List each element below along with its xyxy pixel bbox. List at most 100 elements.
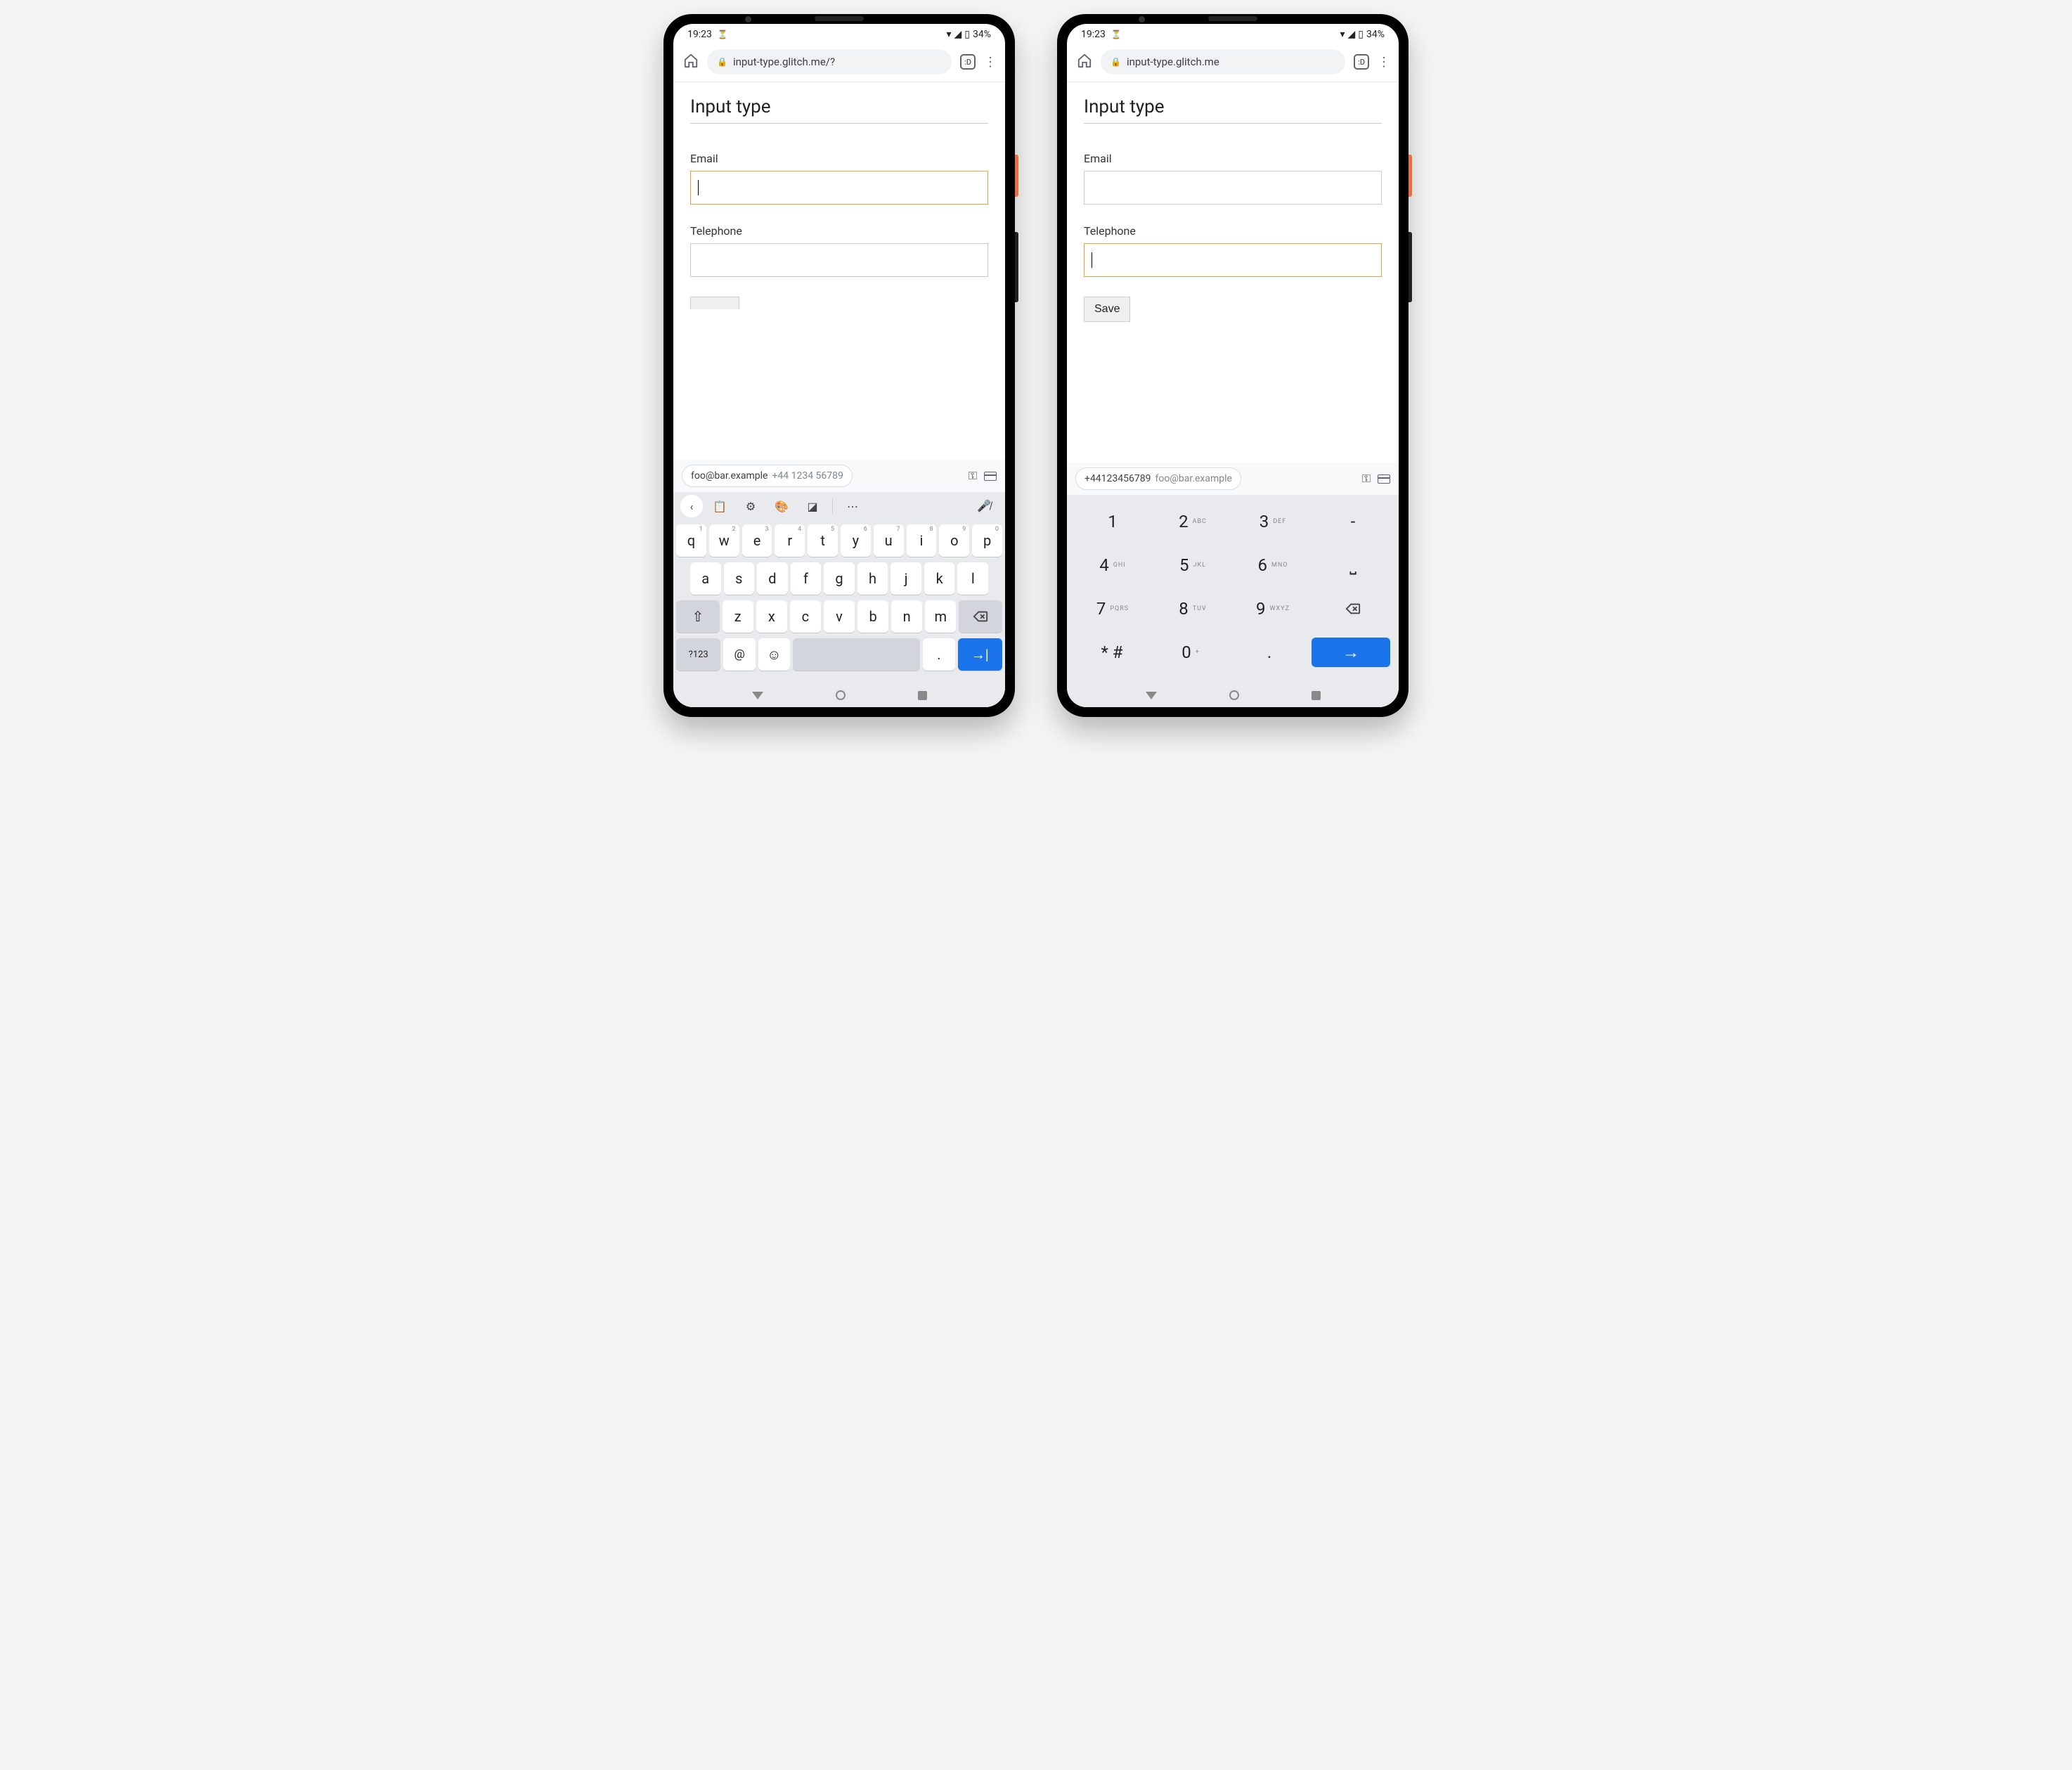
wifi-icon: ▾	[946, 29, 951, 40]
numkey-2[interactable]: 2ABC	[1153, 502, 1233, 541]
save-button[interactable]: Save	[1084, 297, 1130, 322]
shift-key[interactable]: ⇧	[676, 600, 720, 633]
key-j[interactable]: j	[891, 562, 921, 595]
status-bar: 19:23 ⏳ ▾ ◢ ▯ 34%	[1067, 24, 1399, 45]
palette-icon[interactable]: 🎨	[768, 495, 796, 517]
backspace-key[interactable]	[1313, 589, 1393, 628]
key-i[interactable]: i8	[907, 524, 937, 557]
autofill-suggestion[interactable]: +44123456789 foo@bar.example	[1075, 467, 1241, 490]
signal-icon: ◢	[1348, 29, 1356, 40]
battery-icon: ▯	[1358, 29, 1364, 40]
address-bar[interactable]: 🔒 input-type.glitch.me	[1101, 49, 1345, 75]
key-o[interactable]: o9	[939, 524, 969, 557]
page-content: Input type Email Telephone Save	[1067, 82, 1399, 463]
key-b[interactable]: b	[857, 600, 888, 633]
key-c[interactable]: c	[790, 600, 821, 633]
key-t[interactable]: t5	[808, 524, 838, 557]
tabs-button[interactable]: :D	[1354, 54, 1369, 70]
telephone-label: Telephone	[1084, 224, 1382, 238]
key-w[interactable]: w2	[709, 524, 739, 557]
volume-button[interactable]	[1015, 232, 1018, 302]
numkey-8[interactable]: 8TUV	[1153, 589, 1233, 628]
power-button[interactable]	[1409, 155, 1412, 197]
numkey-[interactable]: * #	[1073, 633, 1151, 672]
card-icon[interactable]	[984, 472, 997, 481]
more-icon[interactable]: ⋯	[838, 495, 867, 517]
mic-off-icon[interactable]: 🎤̸	[970, 495, 998, 517]
divider	[832, 498, 833, 514]
telephone-field[interactable]	[690, 243, 988, 277]
enter-key[interactable]: →|	[958, 638, 1002, 671]
email-field[interactable]	[690, 171, 988, 205]
key-icon[interactable]: ⚿	[969, 469, 977, 483]
key-n[interactable]: n	[891, 600, 922, 633]
home-icon[interactable]	[1077, 53, 1092, 71]
key-r[interactable]: r4	[775, 524, 805, 557]
telephone-field[interactable]	[1084, 243, 1382, 277]
numkey-1[interactable]: 1	[1073, 502, 1153, 541]
tabs-button[interactable]: :D	[960, 54, 976, 70]
numkey-7[interactable]: 7PQRS	[1073, 589, 1153, 628]
backspace-key[interactable]	[959, 600, 1002, 633]
url-text: input-type.glitch.me/?	[733, 56, 835, 68]
address-bar[interactable]: 🔒 input-type.glitch.me/?	[707, 49, 952, 75]
at-key[interactable]: @	[723, 638, 755, 671]
key-f[interactable]: f	[791, 562, 822, 595]
numkey-3[interactable]: 3DEF	[1233, 502, 1313, 541]
sticker-icon[interactable]: ◪	[798, 495, 827, 517]
key-k[interactable]: k	[924, 562, 955, 595]
clipboard-icon[interactable]: 📋	[706, 495, 734, 517]
numkey-0[interactable]: 0+	[1151, 633, 1230, 672]
numkey-5[interactable]: 5JKL	[1153, 545, 1233, 585]
key-z[interactable]: z	[723, 600, 753, 633]
chevron-left-icon[interactable]: ‹	[680, 495, 703, 517]
key-h[interactable]: h	[857, 562, 888, 595]
emoji-key[interactable]: ☺	[758, 638, 790, 671]
recents-nav-icon[interactable]	[918, 691, 927, 700]
key-l[interactable]: l	[957, 562, 988, 595]
volume-button[interactable]	[1409, 232, 1412, 302]
enter-key[interactable]: →	[1312, 638, 1390, 667]
recents-nav-icon[interactable]	[1312, 691, 1321, 700]
numkey-9[interactable]: 9WXYZ	[1233, 589, 1313, 628]
power-button[interactable]	[1015, 155, 1018, 197]
key-v[interactable]: v	[824, 600, 855, 633]
battery-icon: ▯	[964, 29, 970, 40]
menu-icon[interactable]: ⋮	[984, 55, 995, 70]
key-q[interactable]: q1	[676, 524, 706, 557]
key-d[interactable]: d	[757, 562, 788, 595]
space-key[interactable]	[793, 638, 920, 671]
home-nav-icon[interactable]	[1229, 690, 1239, 700]
key-e[interactable]: e3	[742, 524, 772, 557]
home-icon[interactable]	[683, 53, 699, 71]
text-cursor	[698, 180, 699, 195]
email-field[interactable]	[1084, 171, 1382, 205]
back-nav-icon[interactable]	[752, 692, 763, 699]
key-y[interactable]: y6	[841, 524, 871, 557]
front-camera	[1139, 16, 1145, 22]
key-u[interactable]: u7	[874, 524, 904, 557]
save-button[interactable]	[690, 297, 739, 309]
key-x[interactable]: x	[756, 600, 787, 633]
menu-icon[interactable]: ⋮	[1378, 55, 1389, 70]
autofill-suggestion[interactable]: foo@bar.example +44 1234 56789	[682, 465, 853, 487]
numkey-[interactable]: .	[1230, 633, 1309, 672]
key-icon[interactable]: ⚿	[1362, 472, 1371, 486]
gear-icon[interactable]: ⚙	[737, 495, 765, 517]
key-s[interactable]: s	[724, 562, 755, 595]
numkey-[interactable]: -	[1313, 502, 1393, 541]
key-g[interactable]: g	[824, 562, 855, 595]
numkey-[interactable]: ⎵	[1313, 545, 1393, 585]
keyboard-qwerty: foo@bar.example +44 1234 56789 ⚿ ‹ 📋 ⚙ 🎨…	[673, 460, 1005, 707]
key-m[interactable]: m	[925, 600, 956, 633]
keyboard-toolbar: ‹ 📋 ⚙ 🎨 ◪ ⋯ 🎤̸	[673, 492, 1005, 520]
card-icon[interactable]	[1378, 474, 1390, 484]
back-nav-icon[interactable]	[1146, 692, 1157, 699]
symbols-key[interactable]: ?123	[676, 638, 720, 671]
key-a[interactable]: a	[690, 562, 721, 595]
home-nav-icon[interactable]	[836, 690, 846, 700]
numkey-6[interactable]: 6MNO	[1233, 545, 1313, 585]
key-p[interactable]: p0	[972, 524, 1002, 557]
numkey-4[interactable]: 4GHI	[1073, 545, 1153, 585]
period-key[interactable]: .	[923, 638, 954, 671]
